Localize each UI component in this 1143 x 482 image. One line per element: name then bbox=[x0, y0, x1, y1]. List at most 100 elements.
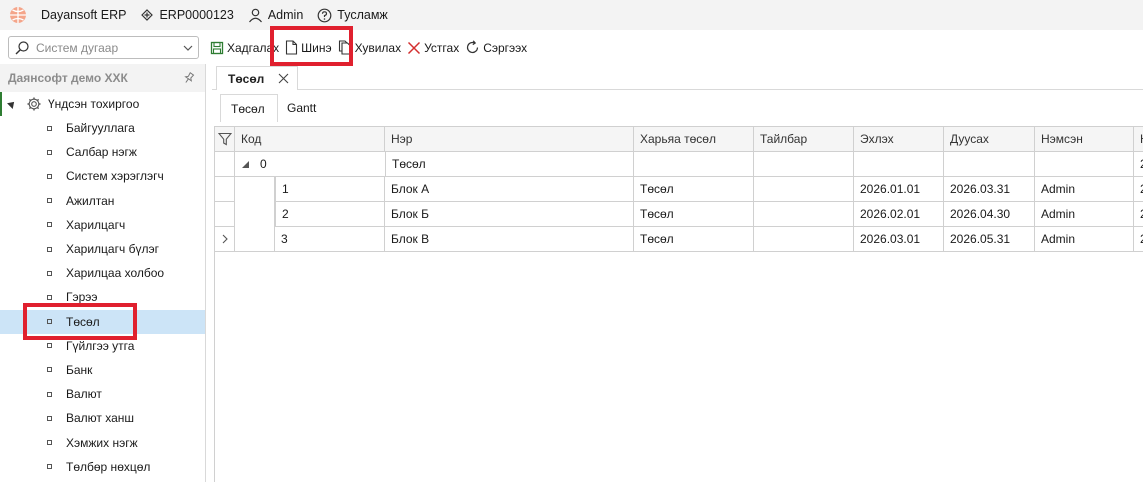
tree-item-project-selected[interactable]: Төсөл bbox=[0, 309, 205, 334]
user-menu[interactable]: Admin bbox=[248, 8, 303, 23]
tree-item[interactable]: Гэрээ bbox=[0, 285, 205, 309]
tree-item[interactable]: Гүйлгээ утга bbox=[0, 334, 205, 358]
help-icon bbox=[317, 8, 332, 22]
new-button[interactable]: Шинэ bbox=[285, 40, 332, 55]
tree-item-label: Харилцагч бүлэг bbox=[66, 242, 159, 257]
cell-start: 2026.03.01 bbox=[854, 227, 944, 252]
new-document-icon bbox=[286, 40, 298, 55]
save-button[interactable]: Хадгалах bbox=[210, 41, 279, 55]
cell-name: Блок В bbox=[385, 227, 634, 252]
tree-item[interactable]: Банк bbox=[0, 358, 205, 382]
cell-code: 0 bbox=[235, 152, 385, 177]
tree-item[interactable]: Харилцагч bbox=[0, 213, 205, 237]
tree-item[interactable]: Валют ханш bbox=[0, 406, 205, 430]
column-header-parent-project[interactable]: Харьяа төсөл bbox=[634, 127, 754, 151]
tree-item[interactable]: Систем хэрэглэгч bbox=[0, 164, 205, 188]
tree-root-basic-settings[interactable]: Үндсэн тохиргоо bbox=[0, 92, 205, 116]
toolbar: Хадгалах Шинэ Хувилах Устгах Сэргээх bbox=[210, 36, 533, 59]
column-header-more[interactable]: Н bbox=[1134, 127, 1143, 151]
cell-start bbox=[854, 152, 944, 177]
tree-item-label: Байгууллага bbox=[66, 121, 135, 136]
subtab-gantt[interactable]: Gantt bbox=[287, 94, 316, 122]
tree-bullet-icon bbox=[47, 270, 52, 276]
column-header-name[interactable]: Нэр bbox=[385, 127, 634, 151]
refresh-icon bbox=[467, 40, 479, 54]
tree-bullet-icon bbox=[47, 367, 52, 373]
user-icon bbox=[248, 8, 262, 22]
table-row-parent[interactable]: 0 Төсөл 2 bbox=[215, 152, 1143, 177]
pin-icon[interactable] bbox=[183, 72, 195, 84]
indent-spacer bbox=[235, 202, 275, 227]
delete-button[interactable]: Устгах bbox=[407, 41, 459, 55]
subtab-project[interactable]: Төсөл bbox=[220, 94, 278, 122]
table-row[interactable]: 2 Блок Б Төсөл 2026.02.01 2026.04.30 Adm… bbox=[215, 202, 1143, 227]
tree-item[interactable]: Салбар нэгж bbox=[0, 140, 205, 164]
cell-more: 2 bbox=[1134, 152, 1143, 177]
tree-item-label: Банк bbox=[66, 362, 93, 377]
app-name: Dayansoft ERP bbox=[41, 8, 127, 22]
column-header-added-by[interactable]: Нэмсэн bbox=[1035, 127, 1134, 151]
title-bar: Dayansoft ERP ERP0000123 Admin Тусламж bbox=[0, 0, 1143, 30]
table-row-current[interactable]: 3 Блок В Төсөл 2026.03.01 2026.05.31 Adm… bbox=[215, 227, 1143, 252]
help-menu[interactable]: Тусламж bbox=[317, 8, 388, 23]
table-row[interactable]: 1 Блок А Төсөл 2026.01.01 2026.03.31 Adm… bbox=[215, 177, 1143, 202]
tree-item[interactable]: Ажилтан bbox=[0, 189, 205, 213]
tab-project[interactable]: Төсөл bbox=[216, 66, 298, 90]
cell-more: 2 bbox=[1134, 227, 1143, 252]
tree-item[interactable]: Байгууллага bbox=[0, 116, 205, 140]
cell-start: 2026.01.01 bbox=[854, 177, 944, 202]
column-header-code[interactable]: Код bbox=[235, 127, 385, 151]
tree-bullet-icon bbox=[47, 464, 52, 470]
new-label: Шинэ bbox=[301, 40, 332, 55]
close-icon[interactable] bbox=[278, 73, 289, 84]
tree-item[interactable]: Харилцаа холбоо bbox=[0, 261, 205, 285]
company-header: Даянсофт демо ХХК bbox=[0, 64, 205, 92]
tree-item[interactable]: Төлбөр нөхцөл bbox=[0, 455, 205, 479]
tree-item[interactable]: Валют bbox=[0, 382, 205, 406]
tree-bullet-icon bbox=[47, 319, 52, 325]
filter-icon bbox=[218, 132, 232, 146]
column-header-description[interactable]: Тайлбар bbox=[754, 127, 854, 151]
database-icon bbox=[141, 9, 154, 21]
tree-bullet-icon bbox=[47, 415, 52, 421]
current-row-chevron-icon bbox=[222, 234, 228, 244]
cell-code: 1 bbox=[275, 177, 385, 202]
tree-item-label: Гэрээ bbox=[66, 290, 98, 305]
tree-bullet-icon bbox=[47, 222, 52, 228]
tree-item-label: Валют bbox=[66, 387, 102, 402]
tree-bullet-icon bbox=[47, 343, 52, 349]
row-indicator[interactable] bbox=[215, 202, 235, 227]
row-indicator[interactable] bbox=[215, 227, 235, 252]
company-name: Даянсофт демо ХХК bbox=[8, 71, 128, 85]
tree-item[interactable]: Хэмжих нэгж bbox=[0, 430, 205, 454]
tree-item-label: Систем хэрэглэгч bbox=[66, 169, 164, 184]
cell-start: 2026.02.01 bbox=[854, 202, 944, 227]
expand-triangle-icon[interactable] bbox=[7, 99, 17, 109]
collapse-triangle-icon[interactable] bbox=[241, 160, 250, 169]
selection-accent-bar bbox=[0, 92, 2, 116]
filter-button[interactable] bbox=[215, 127, 235, 151]
search-icon bbox=[15, 40, 29, 54]
cell-end bbox=[944, 152, 1035, 177]
tree-items: Байгууллага Салбар нэгж Систем хэрэглэгч… bbox=[0, 116, 205, 479]
tree-item-label: Харилцагч bbox=[66, 217, 126, 232]
cell-end: 2026.05.31 bbox=[944, 227, 1035, 252]
column-header-start[interactable]: Эхлэх bbox=[854, 127, 944, 151]
tree-item-label: Гүйлгээ утга bbox=[66, 338, 135, 353]
delete-x-icon bbox=[408, 41, 421, 54]
system-number-search[interactable] bbox=[8, 36, 199, 59]
row-indicator[interactable] bbox=[215, 152, 235, 177]
cell-name: Блок Б bbox=[385, 202, 634, 227]
copy-button[interactable]: Хувилах bbox=[338, 40, 401, 55]
tree-item-label: Ажилтан bbox=[66, 193, 115, 208]
refresh-button[interactable]: Сэргээх bbox=[465, 40, 527, 55]
row-indicator[interactable] bbox=[215, 177, 235, 202]
sidebar: Даянсофт демо ХХК Үндсэн тохиргоо Байгуу… bbox=[0, 64, 206, 482]
database-selector[interactable]: ERP0000123 bbox=[140, 8, 234, 22]
cell-code: 3 bbox=[275, 227, 385, 252]
app-logo-icon bbox=[10, 7, 26, 23]
tree-item[interactable]: Харилцагч бүлэг bbox=[0, 237, 205, 261]
search-input[interactable] bbox=[36, 40, 176, 55]
chevron-down-icon[interactable] bbox=[182, 42, 194, 54]
column-header-end[interactable]: Дуусах bbox=[944, 127, 1035, 151]
